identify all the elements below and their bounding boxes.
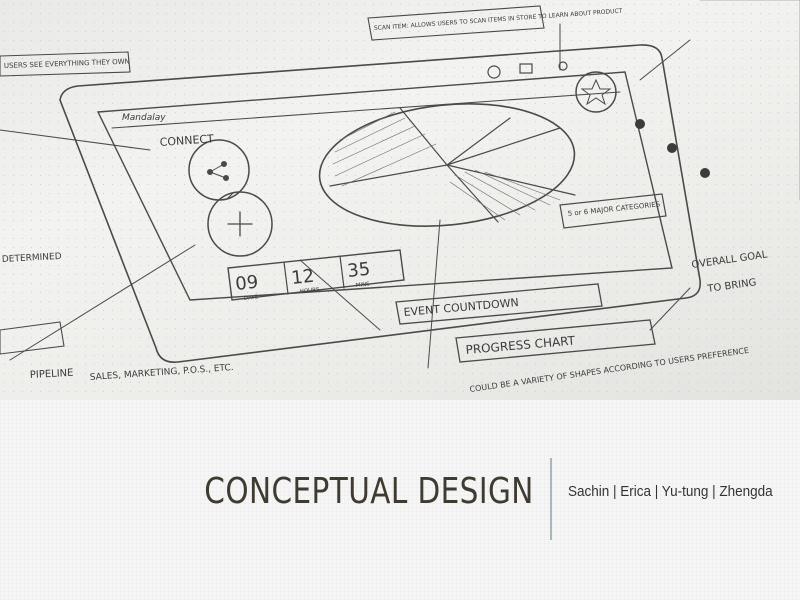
sketch-pipeline: PIPELINE — [30, 368, 74, 381]
sketch-scan-item: SCAN ITEM: ALLOWS USERS TO SCAN ITEMS IN… — [374, 8, 623, 32]
sketch-connect-label: CONNECT — [159, 132, 214, 149]
sketch-hours-value: 12 — [290, 266, 315, 289]
sketch-days-label: DAYS — [244, 294, 259, 302]
sketch-hours-label: HOURS — [300, 287, 321, 295]
sketch-logo: Mandalay — [122, 113, 166, 123]
sketch-marketing: SALES, MARKETING, P.O.S., ETC. — [90, 363, 234, 383]
sketch-overall-goal: OVERALL GOAL — [691, 249, 769, 271]
title-divider — [550, 458, 552, 540]
sketch-mins-value: 35 — [346, 259, 371, 282]
sketch-left-note: USERS SEE EVERYTHING THEY OWN — [4, 58, 130, 70]
sketch-to-bring: TO BRING — [706, 277, 757, 295]
wireframe-sketch: Mandalay CONNECT 09 12 35 DAYS HOURS MIN… — [0, 0, 800, 394]
sketch-days-value: 09 — [234, 272, 259, 295]
sketch-photo: Mandalay CONNECT 09 12 35 DAYS HOURS MIN… — [0, 0, 800, 400]
slide-title: CONCEPTUAL DESIGN — [204, 471, 534, 512]
sketch-determined: DETERMINED — [2, 252, 62, 265]
slide-authors: Sachin | Erica | Yu-tung | Zhengda — [568, 483, 773, 500]
